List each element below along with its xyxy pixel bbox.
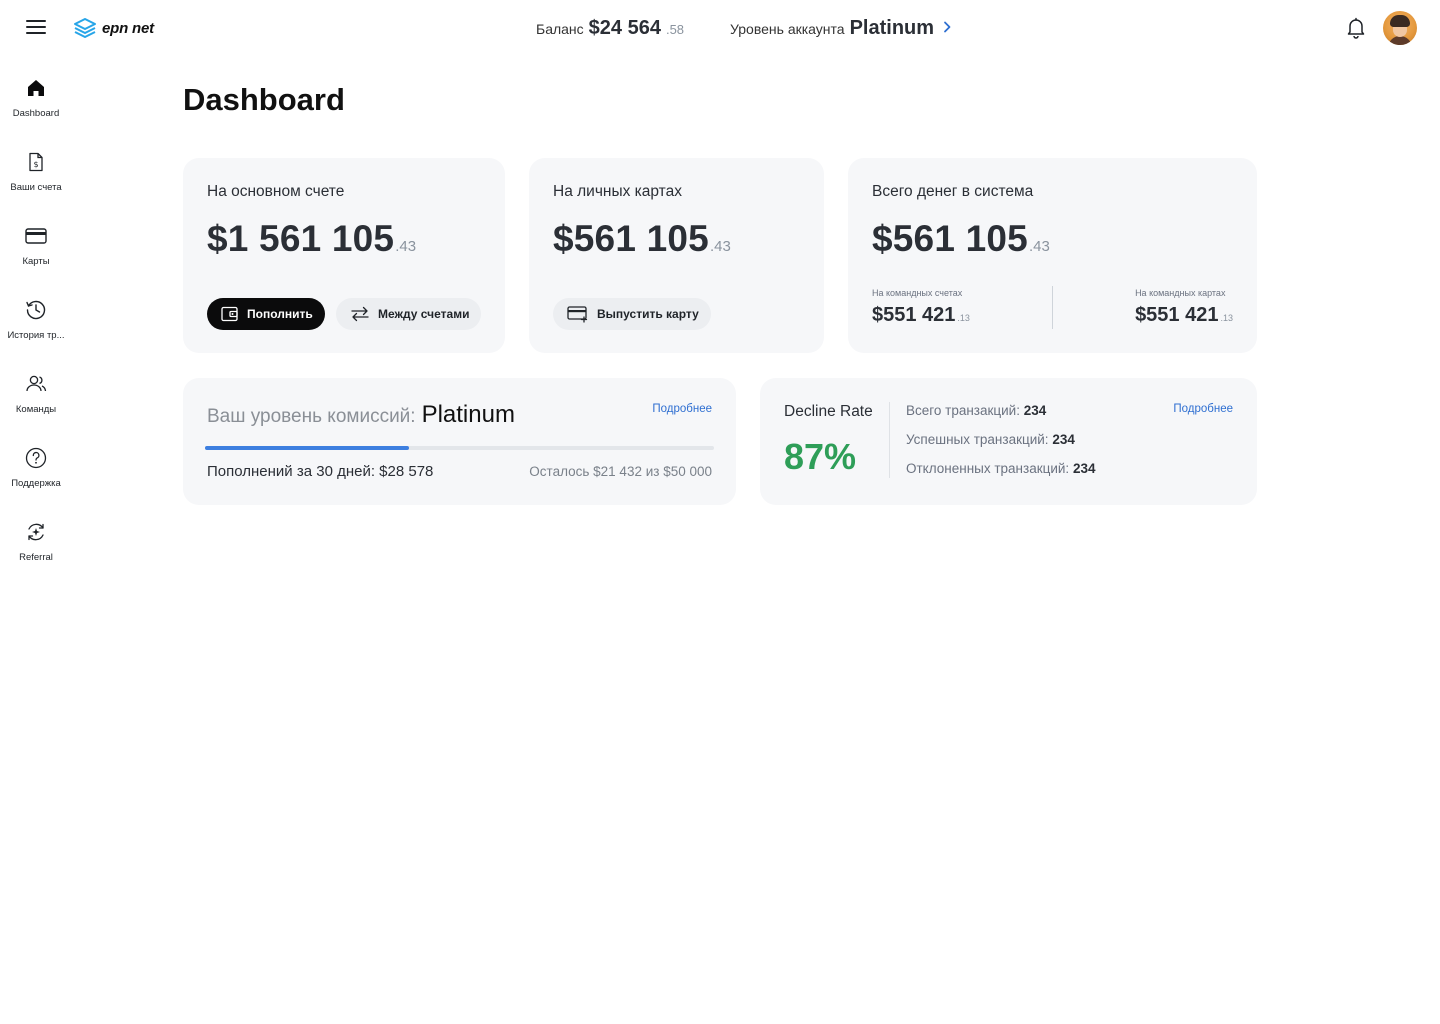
logo-icon [74,18,96,38]
sidebar-item-dashboard[interactable]: Dashboard [0,76,72,138]
amount-value: $1 561 105 [207,218,395,259]
amount-value: $551 421 [1135,304,1219,326]
issue-card-label: Выпустить карту [597,307,699,321]
sidebar-item-label: Команды [15,404,57,415]
balance-label: Баланс [536,21,584,37]
declined-transactions: Отклоненных транзакций: 234 [906,461,1095,476]
wallet-icon [221,306,238,322]
sidebar-item-teams[interactable]: Команды [0,372,72,434]
remaining-to-next-level: Осталось $21 432 из $50 000 [529,464,712,479]
decline-rate-card: Decline Rate 87% Всего транзакций: 234 У… [760,378,1257,505]
card-icon [25,228,47,244]
team-accounts-label: На командных счетах [872,288,963,298]
amount-cents: .43 [395,238,417,255]
amount-cents: .43 [1028,238,1050,255]
team-cards-summary: На командных картах $551 421 .13 [1135,288,1233,327]
balance-amount: $24 564 [588,17,661,39]
transfer-label: Между счетами [378,307,470,321]
team-accounts-summary: На командных счетах $551 421 .13 [872,288,970,327]
account-level-label: Уровень аккаунта [730,21,845,37]
stat-value: 234 [1023,403,1047,418]
history-icon [26,300,46,320]
commission-title: Ваш уровень комиссий: Platinum [207,401,515,429]
sidebar-item-history[interactable]: История тр... [0,298,72,360]
personal-cards-amount: $561 105 .43 [553,218,731,260]
commission-progress-bar [205,446,714,450]
total-transactions: Всего транзакций: 234 [906,403,1046,418]
sidebar-item-cards[interactable]: Карты [0,224,72,286]
menu-icon[interactable] [26,19,46,35]
commission-value: Platinum [421,401,515,428]
sidebar-item-support[interactable]: Поддержка [0,446,72,508]
successful-transactions: Успешных транзакций: 234 [906,432,1075,447]
commission-label: Ваш уровень комиссий: [207,406,416,427]
help-icon [25,447,47,469]
divider [889,402,890,478]
divider [1052,286,1053,329]
page-title: Dashboard [183,82,345,117]
amount-value: $551 421 [872,304,956,326]
amount-value: $561 105 [872,218,1028,259]
amount-cents: .43 [709,238,731,255]
account-level-value: Platinum [849,17,935,39]
sidebar-item-label: История тр... [7,330,65,341]
svg-text:$: $ [33,160,38,169]
personal-cards-card: На личных картах $561 105 .43 Выпустить … [529,158,824,353]
stat-label: Всего транзакций: [906,403,1020,418]
topup-label: Пополнить [247,307,313,321]
card-title: На основном счете [207,183,345,200]
stat-value: 234 [1052,432,1075,447]
team-accounts-amount: $551 421 .13 [872,304,970,327]
card-title: Всего денег в система [872,183,1034,200]
stat-label: Успешных транзакций: [906,432,1049,447]
stat-label: Отклоненных транзакций: [906,461,1070,476]
logo[interactable]: epn net [72,15,154,41]
topup-button[interactable]: Пополнить [207,298,325,330]
decline-more-link[interactable]: Подробнее [1173,403,1233,415]
card-title: На личных картах [553,183,682,200]
team-icon [26,375,47,392]
topups-30-days: Пополнений за 30 дней: $28 578 [207,463,434,480]
issue-card-button[interactable]: Выпустить карту [553,298,711,330]
sidebar-item-label: Dashboard [12,108,60,119]
total-amount: $561 105 .43 [872,218,1050,260]
main-account-amount: $1 561 105 .43 [207,218,416,260]
referral-icon [28,523,44,541]
home-icon [28,80,44,96]
transfer-between-accounts-button[interactable]: Между счетами [336,298,482,330]
avatar[interactable] [1383,11,1417,45]
chevron-right-icon [944,21,951,33]
team-cards-label: На командных картах [1135,288,1226,298]
sidebar-item-label: Ваши счета [10,182,62,193]
amount-cents: .13 [957,313,970,323]
invoice-icon: $ [29,152,43,172]
account-level-link[interactable]: Уровень аккаунта Platinum [730,17,951,40]
decline-rate-percent: 87% [784,436,857,477]
sidebar-item-label: Карты [22,256,50,267]
transfer-icon [351,306,369,322]
add-card-icon [567,306,588,323]
logo-text: epn net [102,19,154,37]
commission-level-card: Ваш уровень комиссий: Platinum Подробнее… [183,378,736,505]
stat-value: 234 [1072,461,1096,476]
top-bar: epn net Баланс $24 564 .58 Уровень аккау… [0,0,1440,56]
amount-value: $561 105 [553,218,709,259]
balance-cents: .58 [665,22,685,37]
total-money-card: Всего денег в система $561 105 .43 На ко… [848,158,1257,353]
amount-cents: .13 [1220,313,1233,323]
main-account-card: На основном счете $1 561 105 .43 Пополни… [183,158,505,353]
team-cards-amount: $551 421 .13 [1135,304,1233,327]
commission-progress-fill [205,446,409,450]
sidebar-item-label: Referral [19,552,53,563]
sidebar-item-referral[interactable]: Referral [0,520,72,582]
sidebar-item-accounts[interactable]: $ Ваши счета [0,150,72,212]
commission-more-link[interactable]: Подробнее [652,403,712,415]
sidebar-item-label: Поддержка [11,478,61,489]
bell-icon[interactable] [1346,17,1366,39]
decline-rate-title: Decline Rate [784,403,873,420]
balance: Баланс $24 564 .58 [536,17,684,40]
